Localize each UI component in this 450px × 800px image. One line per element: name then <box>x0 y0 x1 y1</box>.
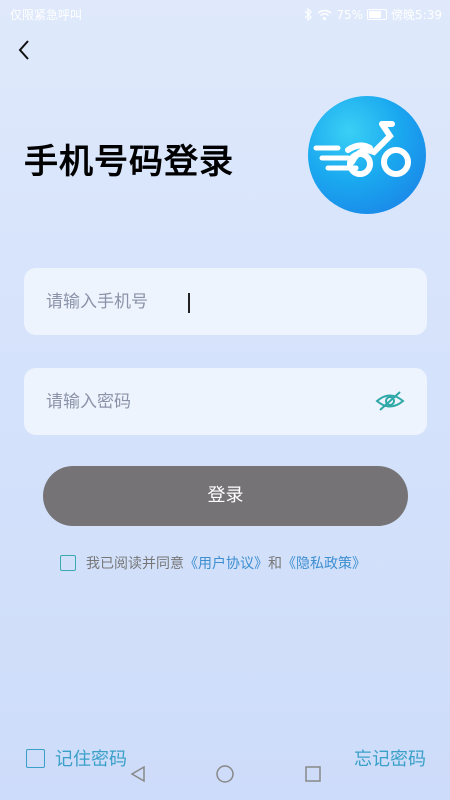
app-logo <box>308 96 426 214</box>
clock-text: 傍晚5:39 <box>391 8 442 22</box>
status-bar: 仅限紧急呼叫 75% 傍晚5:39 <box>0 0 450 28</box>
agreement-row: 我已阅读并同意 《用户协议》 和 《隐私政策》 <box>60 553 366 573</box>
login-button[interactable]: 登录 <box>43 466 408 526</box>
user-agreement-link[interactable]: 《用户协议》 <box>184 553 268 573</box>
phone-field[interactable] <box>24 268 427 335</box>
nav-recent-icon[interactable] <box>305 766 321 782</box>
password-input[interactable] <box>46 368 366 435</box>
battery-percent: 75% <box>336 7 364 22</box>
agreement-prefix: 我已阅读并同意 <box>86 556 184 572</box>
agreement-and: 和 <box>268 556 282 572</box>
page-title: 手机号码登录 <box>24 142 234 182</box>
status-icons: 75% 傍晚5:39 <box>303 6 442 23</box>
nav-home-icon[interactable] <box>215 764 235 784</box>
carrier-text: 仅限紧急呼叫 <box>10 8 83 22</box>
back-arrow-icon[interactable] <box>12 38 36 62</box>
agreement-checkbox[interactable] <box>60 555 76 571</box>
scooter-logo-icon <box>313 121 411 177</box>
system-nav-bar <box>0 756 450 800</box>
privacy-policy-link[interactable]: 《隐私政策》 <box>282 553 366 573</box>
bluetooth-icon <box>304 8 313 21</box>
text-cursor <box>188 293 190 313</box>
password-field[interactable] <box>24 368 427 435</box>
eye-icon[interactable] <box>374 389 406 413</box>
phone-input[interactable] <box>46 268 366 335</box>
battery-icon <box>367 9 388 20</box>
nav-back-icon[interactable] <box>128 764 148 784</box>
wifi-icon <box>317 9 332 20</box>
